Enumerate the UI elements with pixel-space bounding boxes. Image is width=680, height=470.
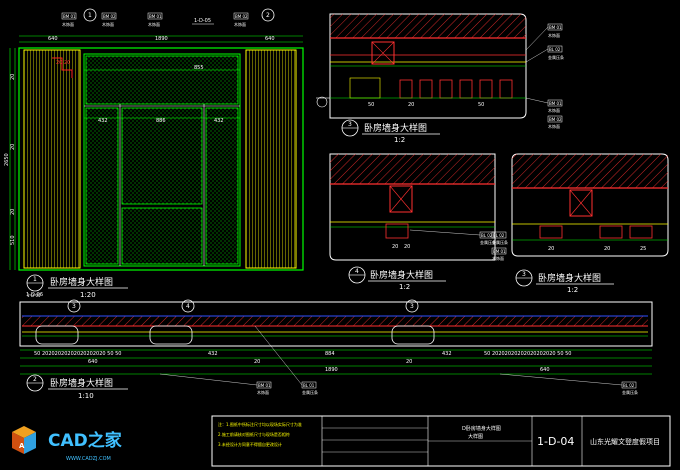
svg-text:金属压条: 金属压条 [548, 54, 564, 60]
dim-20-left: 20 [254, 359, 260, 365]
svg-text:1: 1 [33, 276, 37, 283]
svg-text:木饰面: 木饰面 [492, 255, 504, 261]
plan-sheet-ref: 1-D-06 [26, 292, 43, 298]
dim-432-right: 432 [442, 351, 452, 357]
callout-plan-3-left: 3 [72, 303, 76, 310]
dim-432-left: 432 [208, 351, 218, 357]
dim-height-2650: 2650 [4, 153, 10, 166]
svg-text:BM 01: BM 01 [149, 14, 162, 19]
svg-text:木饰面: 木饰面 [62, 21, 74, 27]
svg-text:卧房墙身大样图: 卧房墙身大样图 [370, 269, 433, 281]
dim-20-a: 20 [392, 244, 398, 250]
cad-drawing-sheet: 20 20 640 640 1890 432 886 432 855 2650 … [0, 0, 680, 470]
svg-text:金属压条: 金属压条 [622, 389, 638, 395]
svg-text:木饰面: 木饰面 [257, 389, 269, 395]
svg-text:BM 01: BM 01 [549, 101, 562, 106]
svg-text:BM 02: BM 02 [103, 14, 116, 19]
dim-mid-855: 855 [194, 65, 204, 71]
callout-top-1: 1 [88, 12, 92, 19]
svg-text:木饰面: 木饰面 [102, 21, 114, 27]
dim-left-20-b: 20 [10, 144, 16, 150]
svg-text:BM 02: BM 02 [549, 117, 562, 122]
svg-text:金属压条: 金属压条 [492, 239, 508, 245]
dim-mid-886: 886 [156, 118, 166, 124]
dim-50-a: 50 [368, 102, 374, 108]
dim-mid-432-left: 432 [98, 118, 108, 124]
dim-20-right: 20 [406, 359, 412, 365]
svg-text:木饰面: 木饰面 [548, 123, 560, 129]
svg-text:3: 3 [522, 271, 526, 278]
svg-text:20 20: 20 20 [56, 60, 70, 66]
dim-left-510: 510 [10, 235, 16, 245]
svg-text:卧房墙身大样图: 卧房墙身大样图 [538, 272, 601, 284]
dim-mid-432-right: 432 [214, 118, 224, 124]
svg-text:1:2: 1:2 [399, 283, 410, 291]
svg-text:BL 02: BL 02 [623, 383, 635, 388]
svg-text:木饰面: 木饰面 [148, 21, 160, 27]
dim-top-640-right: 640 [265, 36, 275, 42]
svg-text:4: 4 [355, 268, 359, 275]
marker-1-D-05: 1-D-05 [194, 18, 211, 24]
dim-top-640-left: 640 [48, 36, 58, 42]
drawing-sub: 大样图 [468, 433, 483, 440]
svg-text:A: A [19, 442, 25, 450]
dim-20-a: 20 [548, 246, 554, 252]
svg-text:木饰面: 木饰面 [234, 21, 246, 27]
callout-plan-4: 4 [186, 303, 190, 310]
drawing-label: D卧房墙身大样图 [462, 425, 501, 432]
callout-top-2: 2 [266, 12, 270, 19]
note-line-2: 2.施工前请核对图纸尺寸与现场是否相符 [218, 431, 290, 437]
dim-1890: 1890 [325, 367, 338, 373]
svg-text:1:2: 1:2 [567, 286, 578, 294]
watermark-brand: CAD之家 [48, 430, 122, 451]
dim-884: 884 [325, 351, 335, 357]
svg-text:1:10: 1:10 [78, 392, 94, 400]
note-line-3: 3.未经设计方同意不得擅自更改设计 [218, 441, 282, 447]
dim-640-left: 640 [88, 359, 98, 365]
svg-text:卧房墙身大样图: 卧房墙身大样图 [50, 377, 113, 389]
note-line-1: 注：1.图纸中所标注尺寸均以现场实际尺寸为准 [218, 421, 302, 427]
svg-text:BL 02: BL 02 [549, 47, 561, 52]
dim-640-right: 640 [540, 367, 550, 373]
cube-logo-icon: A [12, 426, 36, 454]
svg-text:BM 01: BM 01 [549, 25, 562, 30]
dim-25: 25 [640, 246, 646, 252]
svg-text:BM 01: BM 01 [493, 249, 506, 254]
dim-left-20-a: 20 [10, 74, 16, 80]
svg-text:BL 01: BL 01 [303, 383, 315, 388]
dim-20-b: 20 [404, 244, 410, 250]
svg-text:卧房墙身大样图: 卧房墙身大样图 [50, 276, 113, 288]
svg-text:1:20: 1:20 [80, 291, 96, 299]
svg-text:3: 3 [348, 121, 352, 128]
svg-text:金属压条: 金属压条 [302, 389, 318, 395]
dim-left-20-c: 20 [10, 209, 16, 215]
svg-text:木饰面: 木饰面 [548, 32, 560, 38]
svg-text:木饰面: 木饰面 [548, 107, 560, 113]
dim-50-b: 50 [478, 102, 484, 108]
watermark-url: WWW.CADZJ.COM [66, 456, 111, 462]
svg-text:卧房墙身大样图: 卧房墙身大样图 [364, 122, 427, 134]
svg-text:BM 01: BM 01 [63, 14, 76, 19]
dim-top-1890: 1890 [155, 36, 168, 42]
svg-text:1:2: 1:2 [394, 136, 405, 144]
project-name: 山东光耀文登度假项目 [590, 437, 660, 446]
svg-text:BM 02: BM 02 [235, 14, 248, 19]
dims-row-left: 50 20202020202020202020 50 50 [34, 351, 121, 357]
dim-20-b: 20 [604, 246, 610, 252]
sheet-number: 1-D-04 [537, 435, 574, 448]
callout-plan-3-right: 3 [410, 303, 414, 310]
svg-text:BM 01: BM 01 [258, 383, 271, 388]
dim-20: 20 [408, 102, 414, 108]
svg-text:2: 2 [33, 376, 37, 383]
svg-text:BL 02: BL 02 [493, 233, 505, 238]
dims-row-right: 50 20202020202020202020 50 50 [484, 351, 571, 357]
svg-text:BL 02: BL 02 [481, 233, 493, 238]
